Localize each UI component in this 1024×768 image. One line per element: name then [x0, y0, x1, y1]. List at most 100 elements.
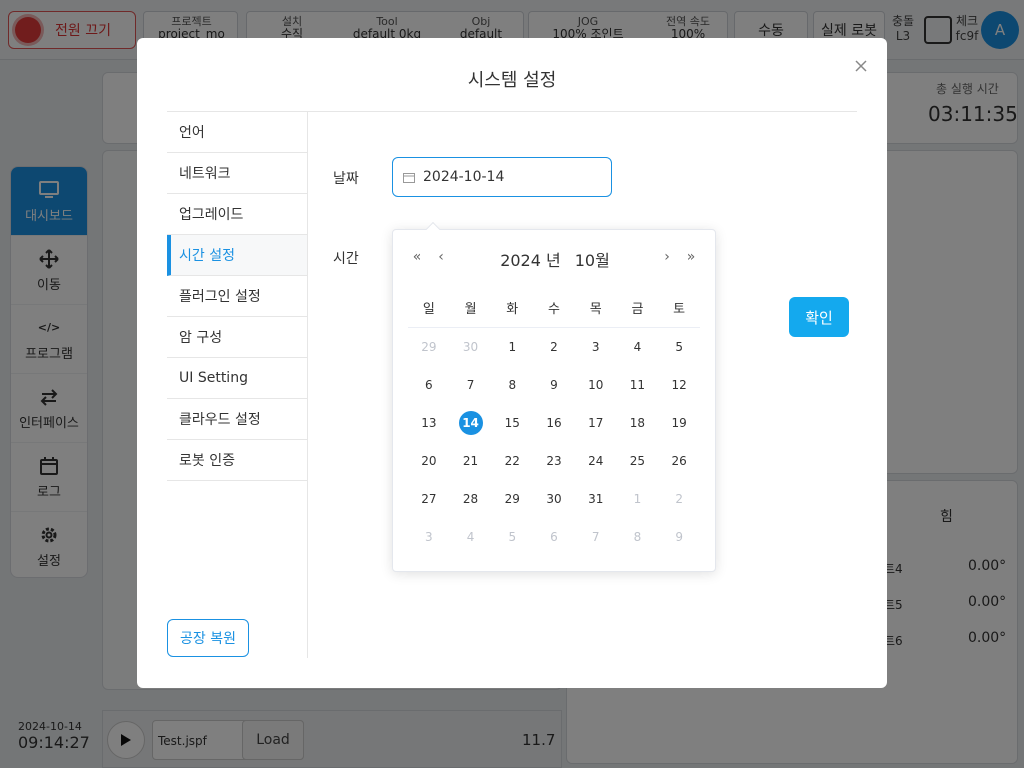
day-cell[interactable]: 25 — [617, 442, 659, 480]
day-cell[interactable]: 8 — [491, 366, 533, 404]
day-number: 21 — [462, 454, 479, 468]
day-grid: 29 30 1 2 3 4 5 6 7 8 9 10 11 12 13 14 15 16 17 18 19 20 21 22 2… — [408, 328, 700, 556]
day-number: 16 — [546, 416, 562, 430]
menu-item-upgrade[interactable]: 업그레이드 — [167, 194, 307, 235]
day-cell[interactable]: 3 — [408, 518, 450, 556]
day-number: 18 — [629, 416, 646, 430]
day-cell[interactable]: 27 — [408, 480, 450, 518]
day-cell[interactable]: 4 — [617, 328, 659, 366]
day-cell[interactable]: 16 — [533, 404, 575, 442]
day-cell[interactable]: 11 — [617, 366, 659, 404]
day-cell[interactable]: 23 — [533, 442, 575, 480]
day-cell[interactable]: 9 — [533, 366, 575, 404]
confirm-button[interactable]: 확인 — [789, 297, 849, 337]
date-picker-popup: « ‹ 2024 년 10월 › » 일 월 화 수 목 금 토 29 30 1 2 3… — [392, 221, 716, 572]
day-cell[interactable]: 21 — [450, 442, 492, 480]
menu-item-cloud-settings[interactable]: 클라우드 설정 — [167, 399, 307, 440]
day-cell[interactable]: 18 — [617, 404, 659, 442]
day-cell[interactable]: 19 — [658, 404, 700, 442]
day-cell[interactable]: 1 — [491, 328, 533, 366]
day-number: 29 — [421, 340, 437, 354]
day-number: 30 — [462, 340, 479, 354]
date-value: 2024-10-14 — [423, 169, 505, 185]
day-cell[interactable]: 29 — [491, 480, 533, 518]
picker-month[interactable]: 10월 — [575, 247, 610, 271]
menu-item-ui-setting[interactable]: UI Setting — [167, 358, 307, 399]
weekday-sat: 토 — [673, 302, 686, 317]
dialog-title: 시스템 설정 — [467, 70, 557, 91]
day-number: 3 — [425, 530, 433, 544]
day-cell[interactable]: 30 — [450, 328, 492, 366]
day-cell[interactable]: 26 — [658, 442, 700, 480]
day-cell[interactable]: 1 — [617, 480, 659, 518]
weekday-wed: 수 — [548, 302, 560, 317]
day-cell[interactable]: 2 — [658, 480, 700, 518]
menu-item-robot-auth[interactable]: 로봇 인증 — [167, 440, 307, 481]
menu-item-time-settings[interactable]: 시간 설정 — [167, 235, 307, 276]
day-number: 17 — [588, 416, 604, 430]
day-number: 29 — [504, 492, 520, 506]
day-cell[interactable]: 24 — [575, 442, 617, 480]
day-cell[interactable]: 5 — [491, 518, 533, 556]
day-cell[interactable]: 2 — [533, 328, 575, 366]
day-cell[interactable]: 20 — [408, 442, 450, 480]
weekday-mon: 월 — [464, 302, 477, 317]
menu-item-arm-config[interactable]: 암 구성 — [167, 317, 307, 358]
date-label: 날짜 — [333, 171, 359, 187]
day-number: 2 — [550, 340, 558, 354]
day-cell[interactable]: 5 — [658, 328, 700, 366]
day-cell[interactable]: 31 — [575, 480, 617, 518]
day-cell[interactable]: 6 — [408, 366, 450, 404]
weekday-thu: 목 — [589, 302, 602, 317]
day-cell[interactable]: 30 — [533, 480, 575, 518]
day-number: 10 — [588, 378, 604, 392]
day-number: 24 — [588, 454, 604, 468]
picker-year[interactable]: 2024 년 — [500, 247, 561, 271]
day-cell[interactable]: 17 — [575, 404, 617, 442]
day-number: 5 — [508, 530, 517, 544]
day-cell[interactable]: 29 — [408, 328, 450, 366]
day-cell-selected[interactable]: 14 — [450, 404, 492, 442]
day-number: 6 — [550, 530, 558, 544]
day-cell[interactable]: 7 — [450, 366, 492, 404]
next-year-icon[interactable]: » — [683, 248, 699, 266]
day-number: 4 — [466, 530, 475, 544]
time-label: 시간 — [333, 251, 359, 267]
day-number: 20 — [421, 454, 437, 468]
day-cell[interactable]: 15 — [491, 404, 533, 442]
menu-item-network[interactable]: 네트워크 — [167, 153, 307, 194]
settings-menu: 언어 네트워크 업그레이드 시간 설정 플러그인 설정 암 구성 UI Sett… — [167, 112, 307, 481]
factory-reset-button[interactable]: 공장 복원 — [167, 619, 249, 657]
menu-item-language[interactable]: 언어 — [167, 112, 307, 153]
day-cell[interactable]: 28 — [450, 480, 492, 518]
day-number: 9 — [675, 530, 683, 544]
day-cell[interactable]: 6 — [533, 518, 575, 556]
day-cell[interactable]: 8 — [617, 518, 659, 556]
day-number: 31 — [588, 492, 604, 506]
day-number: 7 — [466, 378, 475, 392]
day-cell[interactable]: 7 — [575, 518, 617, 556]
weekday-tue: 화 — [506, 302, 519, 317]
day-number: 23 — [546, 454, 562, 468]
close-icon[interactable] — [853, 58, 869, 74]
day-number: 7 — [591, 530, 600, 544]
day-number: 14 — [458, 411, 483, 435]
day-cell[interactable]: 3 — [575, 328, 617, 366]
day-number: 12 — [671, 378, 687, 392]
day-number: 13 — [421, 416, 437, 430]
weekday-sun: 일 — [422, 302, 435, 317]
day-number: 6 — [425, 378, 433, 392]
day-cell[interactable]: 22 — [491, 442, 533, 480]
day-cell[interactable]: 12 — [658, 366, 700, 404]
day-cell[interactable]: 13 — [408, 404, 450, 442]
day-cell[interactable]: 4 — [450, 518, 492, 556]
calendar-icon — [403, 172, 415, 183]
day-cell[interactable]: 10 — [575, 366, 617, 404]
date-field[interactable]: 2024-10-14 — [392, 157, 612, 197]
day-number: 2 — [675, 492, 683, 506]
day-number: 22 — [504, 454, 520, 468]
day-number: 8 — [508, 378, 517, 392]
menu-item-plugin-settings[interactable]: 플러그인 설정 — [167, 276, 307, 317]
day-cell[interactable]: 9 — [658, 518, 700, 556]
next-month-icon[interactable]: › — [659, 248, 675, 266]
